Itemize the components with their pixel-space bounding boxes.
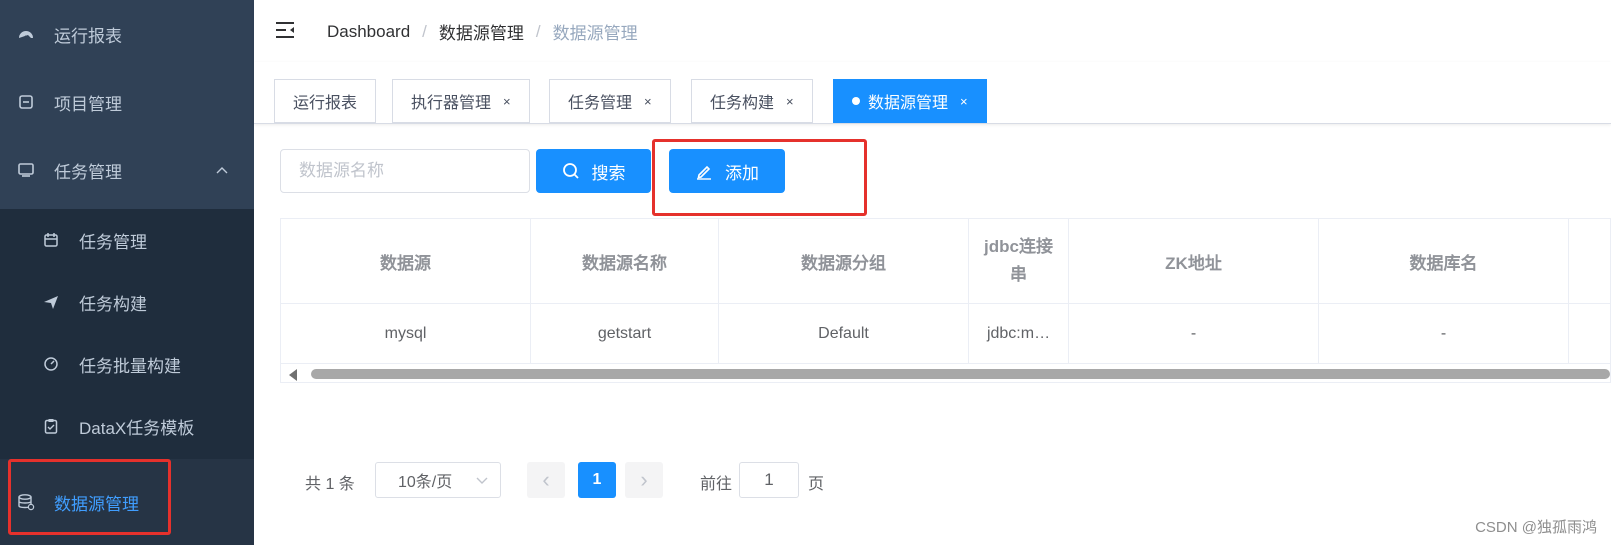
breadcrumb-separator: / (535, 21, 541, 41)
edit-icon (695, 162, 713, 180)
search-button-label: 搜索 (591, 163, 626, 183)
close-icon[interactable]: × (503, 94, 511, 109)
scroll-left-arrow-icon[interactable] (289, 369, 297, 381)
breadcrumb: Dashboard / 数据源管理 / 数据源管理 (327, 19, 638, 44)
column-header-datasource-name: 数据源名称 (531, 219, 719, 303)
chevron-down-icon (476, 472, 488, 493)
cell-jdbc-url: jdbc:m… (969, 304, 1069, 363)
tag-task-management[interactable]: 任务管理 × (549, 79, 671, 123)
close-icon[interactable]: × (644, 94, 652, 109)
cell-database-name: - (1319, 304, 1569, 363)
breadcrumb-dashboard[interactable]: Dashboard (327, 22, 410, 42)
project-icon (17, 93, 35, 111)
page-number: 1 (592, 471, 602, 488)
scrollbar-thumb[interactable] (311, 369, 1610, 379)
search-button[interactable]: 搜索 (536, 149, 651, 193)
cell-datasource: mysql (281, 304, 531, 363)
column-header-datasource-group: 数据源分组 (719, 219, 969, 303)
sidebar-item-label: 项目管理 (54, 94, 122, 114)
sidebar-item-label: DataX任务模板 (79, 418, 195, 438)
sidebar-item-dashboard[interactable]: 运行报表 (0, 0, 254, 68)
sidebar-item-label: 数据源管理 (54, 494, 139, 514)
add-button-label: 添加 (725, 163, 759, 183)
close-icon[interactable]: × (786, 94, 794, 109)
cell-datasource-name: getstart (531, 304, 719, 363)
breadcrumb-separator: / (422, 21, 427, 41)
datasource-table: 数据源 数据源名称 数据源分组 jdbc连接串 ZK地址 数据库名 mysql … (280, 218, 1611, 383)
cell-datasource-group: Default (719, 304, 969, 363)
clipboard-icon (42, 417, 60, 435)
column-header-overflow (1569, 219, 1610, 303)
page-size-select[interactable]: 10条/页 (375, 462, 501, 498)
sidebar-item-label: 任务管理 (54, 162, 122, 182)
page-1-button[interactable]: 1 (578, 462, 616, 498)
paper-plane-icon (42, 293, 60, 311)
breadcrumb-current: 数据源管理 (552, 24, 638, 43)
tag-executor[interactable]: 执行器管理 × (392, 79, 530, 123)
sidebar-item-projects[interactable]: 项目管理 (0, 68, 254, 136)
sidebar-item-label: 任务构建 (79, 294, 147, 314)
cell-overflow (1569, 304, 1610, 363)
add-button[interactable]: 添加 (669, 149, 785, 193)
tag-dashboard[interactable]: 运行报表 (274, 79, 377, 123)
jump-label: 前往 (700, 476, 733, 493)
hamburger-icon[interactable] (274, 19, 296, 41)
tag-datasource[interactable]: 数据源管理 × (833, 79, 987, 123)
next-page-button[interactable]: › (625, 462, 663, 498)
database-icon (17, 493, 35, 511)
tag-label: 任务构建 (710, 95, 775, 112)
close-icon[interactable]: × (960, 94, 968, 109)
column-header-jdbc-url: jdbc连接串 (969, 219, 1069, 303)
jump-suffix: 页 (808, 476, 825, 493)
column-header-database-name: 数据库名 (1319, 219, 1569, 303)
watermark: CSDN @独孤雨鸿 (1475, 519, 1597, 536)
gauge-icon (42, 355, 60, 373)
chevron-right-icon: › (640, 467, 648, 492)
breadcrumb-datasource[interactable]: 数据源管理 (439, 19, 524, 44)
tag-label: 数据源管理 (868, 95, 949, 112)
sidebar-subitem-batch-build[interactable]: 任务批量构建 (0, 333, 254, 395)
sidebar-item-label: 任务批量构建 (79, 356, 181, 376)
sidebar-subitem-datax-template[interactable]: DataX任务模板 (0, 395, 254, 457)
dashboard-icon (17, 25, 35, 43)
page-size-value: 10条/页 (398, 474, 453, 491)
sidebar-item-label: 任务管理 (79, 232, 147, 252)
sidebar-item-datasource[interactable]: 数据源管理 (0, 459, 254, 545)
sidebar-item-task-management[interactable]: 任务管理 (0, 136, 254, 204)
tags-view: 运行报表 执行器管理 × 任务管理 × 任务构建 × 数据源管理 × (254, 62, 1611, 124)
tag-label: 任务管理 (568, 95, 633, 112)
tag-label: 运行报表 (293, 95, 358, 112)
pagination-total: 共 1 条 (305, 476, 355, 493)
jump-page-input[interactable] (739, 462, 799, 498)
search-icon (562, 162, 580, 180)
table-header: 数据源 数据源名称 数据源分组 jdbc连接串 ZK地址 数据库名 (281, 219, 1610, 303)
tag-task-build[interactable]: 任务构建 × (691, 79, 813, 123)
prev-page-button[interactable]: ‹ (527, 462, 565, 498)
table-row[interactable]: mysql getstart Default jdbc:m… - - (281, 303, 1610, 363)
sidebar-item-label: 运行报表 (54, 26, 122, 46)
sidebar: 运行报表 项目管理 任务管理 任务管理 任务构建 任务批量构建 DataX任务模… (0, 0, 254, 545)
datasource-name-input[interactable] (280, 149, 530, 193)
sidebar-subitem-task-management[interactable]: 任务管理 (0, 209, 254, 271)
chevron-up-icon[interactable] (216, 163, 228, 177)
tag-label: 执行器管理 (411, 95, 492, 112)
sidebar-subitem-task-build[interactable]: 任务构建 (0, 271, 254, 333)
cell-zk-address: - (1069, 304, 1319, 363)
chevron-left-icon: ‹ (542, 467, 550, 492)
active-dot-icon (852, 97, 860, 105)
column-header-datasource: 数据源 (281, 219, 531, 303)
calendar-icon (42, 231, 60, 249)
column-header-zk-address: ZK地址 (1069, 219, 1319, 303)
horizontal-scrollbar[interactable] (281, 363, 1610, 382)
navbar: Dashboard / 数据源管理 / 数据源管理 (254, 0, 1611, 62)
monitor-icon (17, 161, 35, 179)
